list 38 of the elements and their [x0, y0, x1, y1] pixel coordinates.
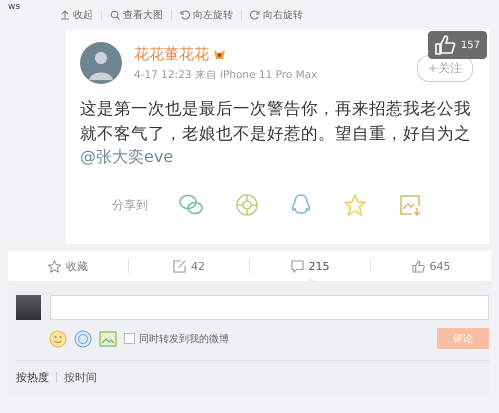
corner-text: ws — [8, 2, 22, 12]
comment-input[interactable] — [50, 295, 489, 320]
collapse-icon — [60, 10, 70, 20]
chat-bubbles-icon[interactable] — [179, 194, 203, 216]
image-tool-link[interactable]: 向左旋转 — [180, 8, 233, 22]
vip-badge-icon — [213, 48, 226, 60]
user-avatar — [16, 295, 41, 320]
star-icon — [48, 260, 61, 272]
repost-icon — [173, 260, 186, 272]
image-download-icon[interactable] — [399, 194, 421, 216]
search-icon — [110, 10, 120, 20]
thumbs-up-icon — [412, 260, 424, 272]
share-label: 分享到 — [112, 196, 148, 214]
image-icon[interactable] — [99, 330, 117, 346]
penguin-icon[interactable] — [291, 194, 311, 216]
author-name[interactable]: 花花董花花 — [134, 44, 209, 64]
avatar-icon — [80, 42, 122, 84]
smiley-icon[interactable] — [49, 330, 67, 348]
aperture-icon[interactable] — [236, 194, 258, 216]
mention-link[interactable]: @张大奕eve — [80, 146, 475, 168]
post-meta: 4-17 12:23 来自 iPhone 11 Pro Max — [134, 68, 318, 82]
post-text: 这是第一次也是最后一次警告你，再来招惹我老公我就不客气了，老娘也不是好惹的。望自重，好自为之 — [80, 98, 472, 145]
image-tool-link[interactable]: 向右旋转 — [250, 8, 303, 22]
rotate-right-icon — [250, 10, 260, 20]
star-icon[interactable] — [344, 194, 366, 216]
sort-tab[interactable]: 按热度 — [16, 370, 49, 384]
rotate-left-icon — [180, 10, 190, 20]
image-tool-link[interactable]: 查看大图 — [110, 8, 163, 22]
sort-tab[interactable]: 按时间 — [64, 370, 97, 384]
post-action-tab[interactable]: 42 — [129, 251, 249, 281]
like-overlay[interactable]: 157 — [428, 31, 487, 59]
image-tool-link[interactable]: 收起 — [60, 8, 93, 22]
thumbs-up-icon — [434, 35, 457, 55]
like-count: 157 — [460, 40, 480, 50]
post-action-tab[interactable]: 645 — [371, 251, 491, 281]
post-action-tab[interactable]: 收藏 — [8, 251, 128, 281]
checkbox-label: 同时转发到我的微博 — [139, 332, 229, 346]
comment-icon — [290, 260, 304, 272]
